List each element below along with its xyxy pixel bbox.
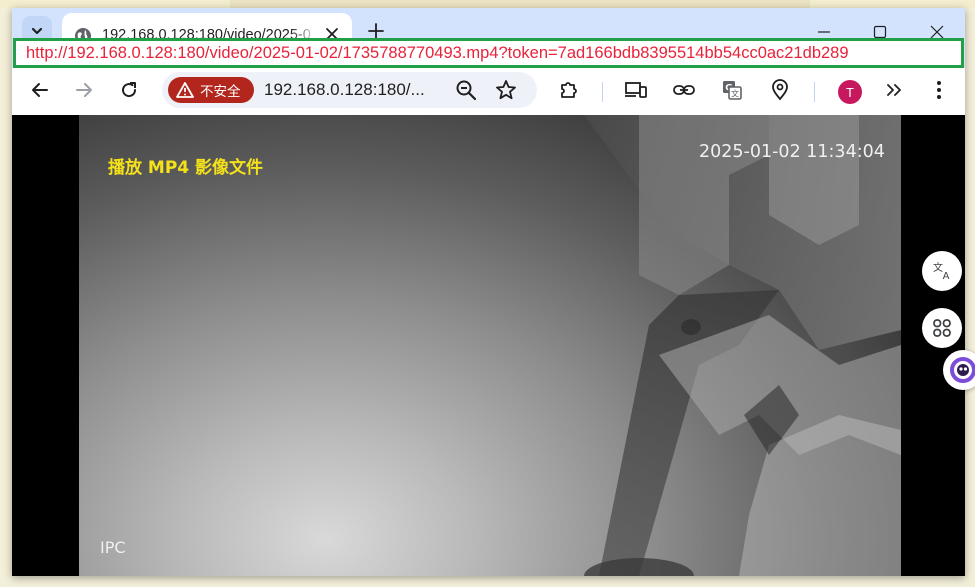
float-apps-button[interactable] (922, 308, 962, 348)
full-url-annotation: http://192.168.0.128:180/video/2025-01-0… (13, 38, 964, 68)
browser-menu-button[interactable] (923, 74, 955, 106)
reload-button[interactable] (113, 74, 145, 106)
link-icon (673, 85, 695, 95)
address-url-text: 192.168.0.128:180/... (264, 80, 425, 99)
zoom-button[interactable] (454, 78, 478, 107)
zoom-out-icon (456, 80, 477, 101)
close-icon (930, 25, 944, 39)
back-button[interactable] (24, 74, 56, 106)
star-icon (496, 80, 516, 100)
minimize-icon (818, 31, 830, 33)
cast-devices-button[interactable] (620, 74, 652, 106)
share-link-button[interactable] (668, 74, 700, 106)
svg-text:文: 文 (933, 261, 943, 274)
extensions-button[interactable] (553, 74, 585, 106)
browser-window: 192.168.0.128:180/video/2025-01-02/17357… (12, 8, 965, 576)
video-frame-scene (584, 115, 901, 576)
video-title-overlay: 播放 MP4 影像文件 (108, 158, 264, 178)
maximize-icon (873, 25, 887, 39)
location-pin-icon (772, 79, 788, 101)
svg-text:A: A (943, 271, 950, 282)
toolbar-divider (602, 82, 603, 102)
devices-icon (625, 82, 647, 98)
more-toolbar-items-button[interactable] (878, 74, 910, 106)
bookmark-button[interactable] (494, 78, 518, 107)
not-secure-label: 不安全 (200, 84, 241, 99)
double-chevron-right-icon (887, 84, 901, 96)
puzzle-icon (561, 82, 577, 98)
reload-icon (122, 82, 137, 98)
translate-icon: G文 (723, 81, 742, 100)
float-translate-button[interactable]: 文A (922, 251, 962, 291)
warning-icon (176, 82, 194, 98)
chevron-down-icon (31, 27, 43, 35)
kebab-menu-icon (937, 81, 941, 99)
browser-toolbar: 不安全 192.168.0.128:180/... G文 T (12, 68, 965, 115)
arrow-left-icon (32, 83, 48, 97)
float-assistant-button[interactable] (943, 350, 975, 390)
address-bar[interactable]: 不安全 192.168.0.128:180/... (162, 72, 537, 108)
translate-icon: 文A (933, 261, 950, 282)
page-content: 播放 MP4 影像文件 2025-01-02 11:34:04 IPC 文A (12, 115, 965, 576)
video-player[interactable]: 播放 MP4 影像文件 2025-01-02 11:34:04 IPC (79, 115, 901, 576)
tab-strip: 192.168.0.128:180/video/2025-01-02/17357… (12, 8, 965, 68)
location-button[interactable] (764, 74, 796, 106)
full-url-text: http://192.168.0.128:180/video/2025-01-0… (26, 44, 849, 62)
video-timestamp: 2025-01-02 11:34:04 (699, 142, 885, 162)
apps-grid-icon (933, 319, 951, 337)
toolbar-divider (814, 82, 815, 102)
assistant-icon (950, 357, 975, 383)
background-app-strip (230, 0, 810, 8)
svg-text:文: 文 (731, 89, 739, 99)
arrow-right-icon (76, 83, 92, 97)
plus-icon (368, 23, 384, 39)
profile-avatar[interactable]: T (838, 80, 862, 104)
translate-extension-button[interactable]: G文 (716, 74, 748, 106)
camera-label: IPC (100, 538, 126, 557)
desktop-background (0, 0, 975, 8)
forward-button[interactable] (68, 74, 100, 106)
not-secure-chip[interactable]: 不安全 (168, 77, 254, 103)
